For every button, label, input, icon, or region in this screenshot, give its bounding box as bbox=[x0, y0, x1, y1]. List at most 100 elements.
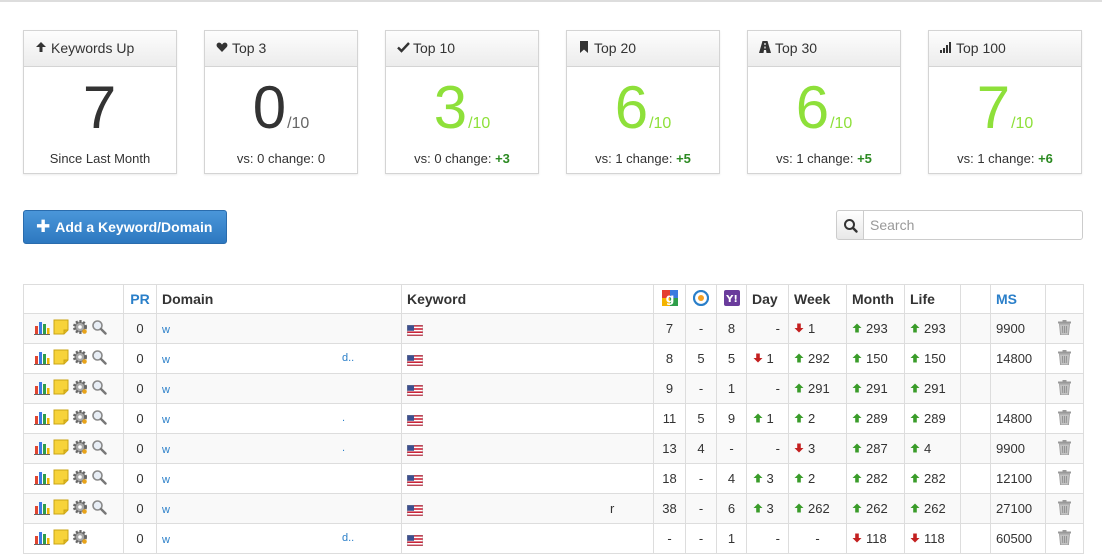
search-box bbox=[836, 210, 1083, 240]
bing-header[interactable] bbox=[686, 285, 717, 314]
magnifier-icon[interactable] bbox=[91, 409, 107, 428]
change-number: 1 bbox=[808, 321, 815, 336]
bar-chart-icon[interactable] bbox=[34, 409, 50, 428]
domain-link[interactable]: w bbox=[162, 414, 170, 426]
domain-link-end[interactable]: . bbox=[342, 412, 345, 424]
spacer-cell bbox=[961, 344, 991, 374]
bar-chart-icon[interactable] bbox=[34, 439, 50, 458]
bar-chart-icon[interactable] bbox=[34, 499, 50, 518]
domain-link[interactable]: w bbox=[162, 354, 170, 366]
life-change-cell: 293 bbox=[905, 314, 961, 344]
trash-icon[interactable] bbox=[1058, 470, 1071, 488]
table-row: 0wd..--1--11811860500 bbox=[24, 524, 1084, 554]
month-header[interactable]: Month bbox=[847, 285, 905, 314]
change-value: 2 bbox=[794, 471, 842, 486]
yahoo-rank-cell: 6 bbox=[717, 494, 747, 524]
bar-chart-icon[interactable] bbox=[34, 319, 50, 338]
domain-link[interactable]: w bbox=[162, 444, 170, 456]
magnifier-icon[interactable] bbox=[91, 469, 107, 488]
change-value: 3 bbox=[794, 441, 842, 456]
change-value: 262 bbox=[910, 501, 958, 516]
magnifier-icon[interactable] bbox=[91, 439, 107, 458]
trash-icon[interactable] bbox=[1058, 320, 1071, 338]
domain-link-end[interactable]: . bbox=[342, 442, 345, 454]
trash-icon[interactable] bbox=[1058, 350, 1071, 368]
bar-chart-icon[interactable] bbox=[34, 469, 50, 488]
change-number: 282 bbox=[866, 471, 888, 486]
note-icon[interactable] bbox=[53, 529, 69, 548]
us-flag-icon bbox=[407, 474, 423, 485]
yahoo-rank-cell: 1 bbox=[717, 524, 747, 554]
yahoo-header[interactable]: Y! bbox=[717, 285, 747, 314]
trash-icon[interactable] bbox=[1058, 530, 1071, 548]
trash-icon[interactable] bbox=[1058, 440, 1071, 458]
keyword-cell bbox=[402, 314, 654, 344]
bing-rank-cell: - bbox=[686, 464, 717, 494]
note-icon[interactable] bbox=[53, 469, 69, 488]
trash-icon[interactable] bbox=[1058, 410, 1071, 428]
search-input[interactable] bbox=[863, 210, 1083, 240]
keyword-cell: r bbox=[402, 494, 654, 524]
magnifier-icon[interactable] bbox=[91, 379, 107, 398]
google-header[interactable]: g bbox=[654, 285, 686, 314]
stat-card-value: 7 bbox=[83, 74, 116, 141]
trash-icon[interactable] bbox=[1058, 500, 1071, 518]
gear-icon[interactable] bbox=[72, 379, 88, 398]
stat-card-outof: /10 bbox=[287, 115, 309, 132]
pr-cell: 0 bbox=[124, 494, 157, 524]
domain-link[interactable]: w bbox=[162, 474, 170, 486]
add-keyword-button[interactable]: ✚Add a Keyword/Domain bbox=[23, 210, 227, 244]
search-button[interactable] bbox=[836, 210, 864, 240]
note-icon[interactable] bbox=[53, 319, 69, 338]
spacer-cell bbox=[961, 464, 991, 494]
domain-link-end[interactable]: d.. bbox=[342, 532, 354, 544]
table-row: 0w7-8-12932939900 bbox=[24, 314, 1084, 344]
domain-link[interactable]: w bbox=[162, 534, 170, 546]
life-header[interactable]: Life bbox=[905, 285, 961, 314]
us-flag-icon bbox=[407, 324, 423, 335]
magnifier-icon[interactable] bbox=[91, 499, 107, 518]
magnifier-icon[interactable] bbox=[91, 349, 107, 368]
stat-card-value: 3 bbox=[434, 74, 467, 141]
gear-icon[interactable] bbox=[72, 409, 88, 428]
check-icon bbox=[396, 32, 410, 66]
day-header[interactable]: Day bbox=[747, 285, 789, 314]
month-change-cell: 118 bbox=[847, 524, 905, 554]
gear-icon[interactable] bbox=[72, 439, 88, 458]
domain-cell: w bbox=[157, 314, 402, 344]
gear-icon[interactable] bbox=[72, 469, 88, 488]
domain-link[interactable]: w bbox=[162, 324, 170, 336]
note-icon[interactable] bbox=[53, 349, 69, 368]
arrow-up-icon bbox=[910, 353, 924, 366]
domain-link[interactable]: w bbox=[162, 384, 170, 396]
gear-icon[interactable] bbox=[72, 349, 88, 368]
gear-icon[interactable] bbox=[72, 529, 88, 548]
bar-chart-icon[interactable] bbox=[34, 379, 50, 398]
day-change-cell: - bbox=[747, 524, 789, 554]
bar-chart-icon[interactable] bbox=[34, 529, 50, 548]
stat-card: Top 1007/10vs: 1 change: +6 bbox=[928, 30, 1082, 174]
note-icon[interactable] bbox=[53, 439, 69, 458]
ms-header[interactable]: MS bbox=[991, 285, 1046, 314]
pr-header[interactable]: PR bbox=[124, 285, 157, 314]
stat-card-footer: vs: 0 change: +3 bbox=[386, 151, 538, 166]
heart-icon bbox=[215, 32, 229, 66]
domain-link-end[interactable]: d.. bbox=[342, 352, 354, 364]
week-header[interactable]: Week bbox=[789, 285, 847, 314]
stat-card: Keywords Up7Since Last Month bbox=[23, 30, 177, 174]
trash-icon[interactable] bbox=[1058, 380, 1071, 398]
note-icon[interactable] bbox=[53, 409, 69, 428]
keyword-text: r bbox=[610, 501, 614, 516]
gear-icon[interactable] bbox=[72, 319, 88, 338]
week-change-cell: 291 bbox=[789, 374, 847, 404]
domain-link[interactable]: w bbox=[162, 504, 170, 516]
note-icon[interactable] bbox=[53, 499, 69, 518]
gear-icon[interactable] bbox=[72, 499, 88, 518]
change-number: 293 bbox=[866, 321, 888, 336]
keyword-header[interactable]: Keyword bbox=[402, 285, 654, 314]
note-icon[interactable] bbox=[53, 379, 69, 398]
yahoo-rank-cell: 9 bbox=[717, 404, 747, 434]
magnifier-icon[interactable] bbox=[91, 319, 107, 338]
domain-header[interactable]: Domain bbox=[157, 285, 402, 314]
bar-chart-icon[interactable] bbox=[34, 349, 50, 368]
